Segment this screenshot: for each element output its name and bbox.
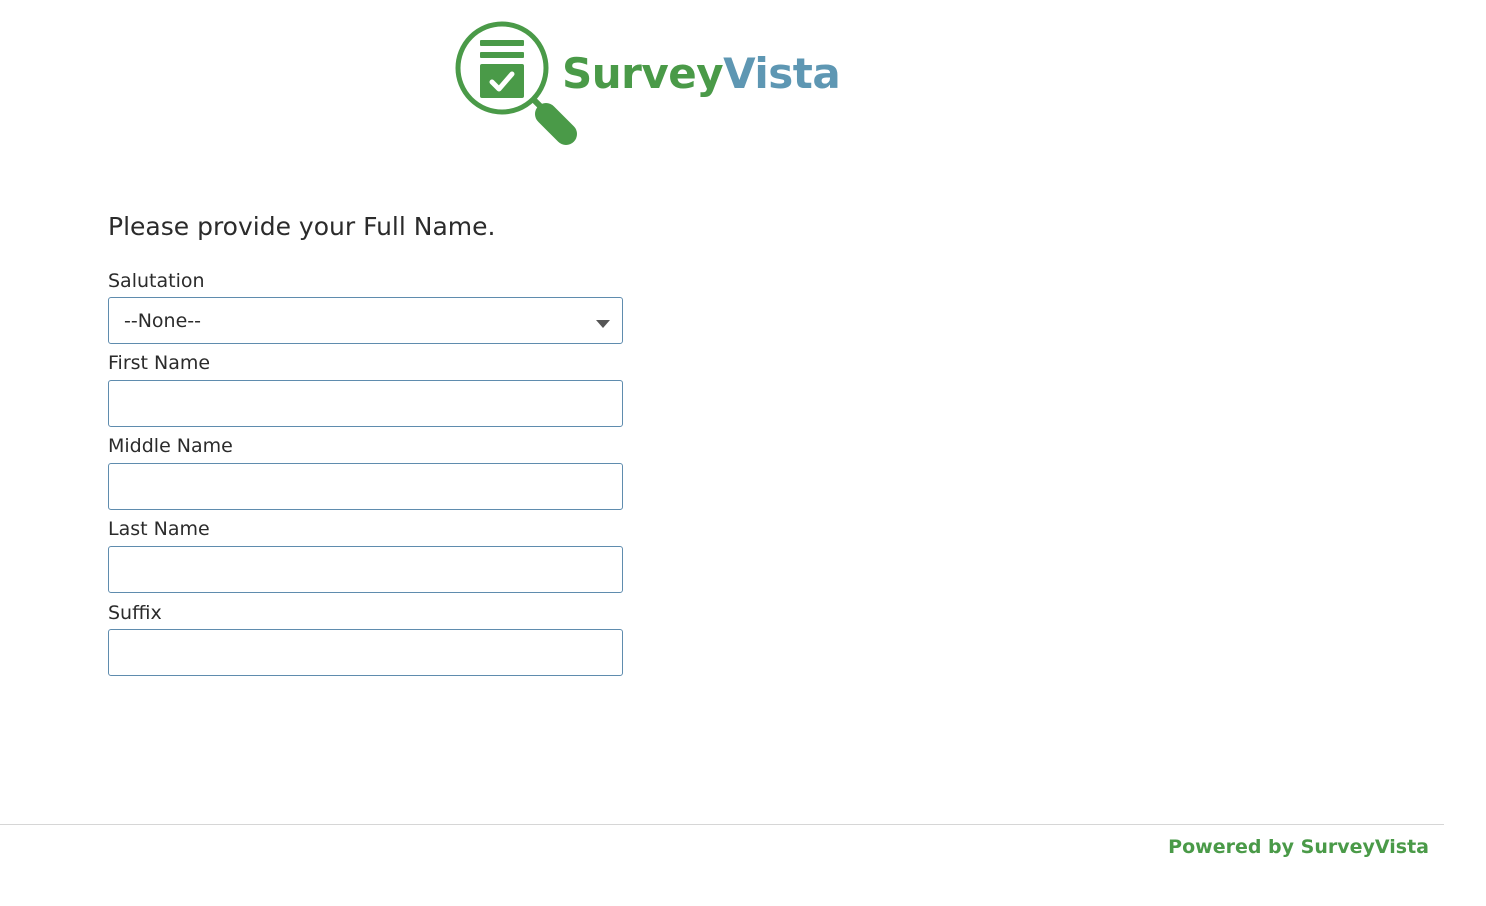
middle-name-field-wrapper: [108, 463, 623, 510]
last-name-label: Last Name: [108, 518, 210, 540]
salutation-label: Salutation: [108, 270, 205, 292]
brand-name-part1: Survey: [562, 49, 724, 98]
survey-page: SurveyVista Please provide your Full Nam…: [0, 0, 1486, 906]
chevron-down-icon: [596, 320, 610, 328]
brand-wordmark: SurveyVista: [562, 48, 841, 100]
first-name-field-wrapper: [108, 380, 623, 427]
first-name-label: First Name: [108, 352, 211, 374]
question-title: Please provide your Full Name.: [108, 212, 496, 241]
suffix-field[interactable]: [109, 630, 622, 675]
powered-by-link[interactable]: Powered by SurveyVista: [1168, 834, 1429, 860]
footer-divider: [0, 824, 1444, 825]
salutation-select[interactable]: --None--: [108, 297, 623, 344]
suffix-field-wrapper: [108, 629, 623, 676]
suffix-label: Suffix: [108, 602, 162, 624]
brand-name-part2: Vista: [723, 49, 841, 98]
first-name-field[interactable]: [109, 381, 622, 426]
middle-name-label: Middle Name: [108, 435, 233, 457]
middle-name-field[interactable]: [109, 464, 622, 509]
surveyvista-logo: SurveyVista: [454, 20, 844, 146]
salutation-selected-value: --None--: [124, 310, 201, 332]
last-name-field-wrapper: [108, 546, 623, 593]
last-name-field[interactable]: [109, 547, 622, 592]
